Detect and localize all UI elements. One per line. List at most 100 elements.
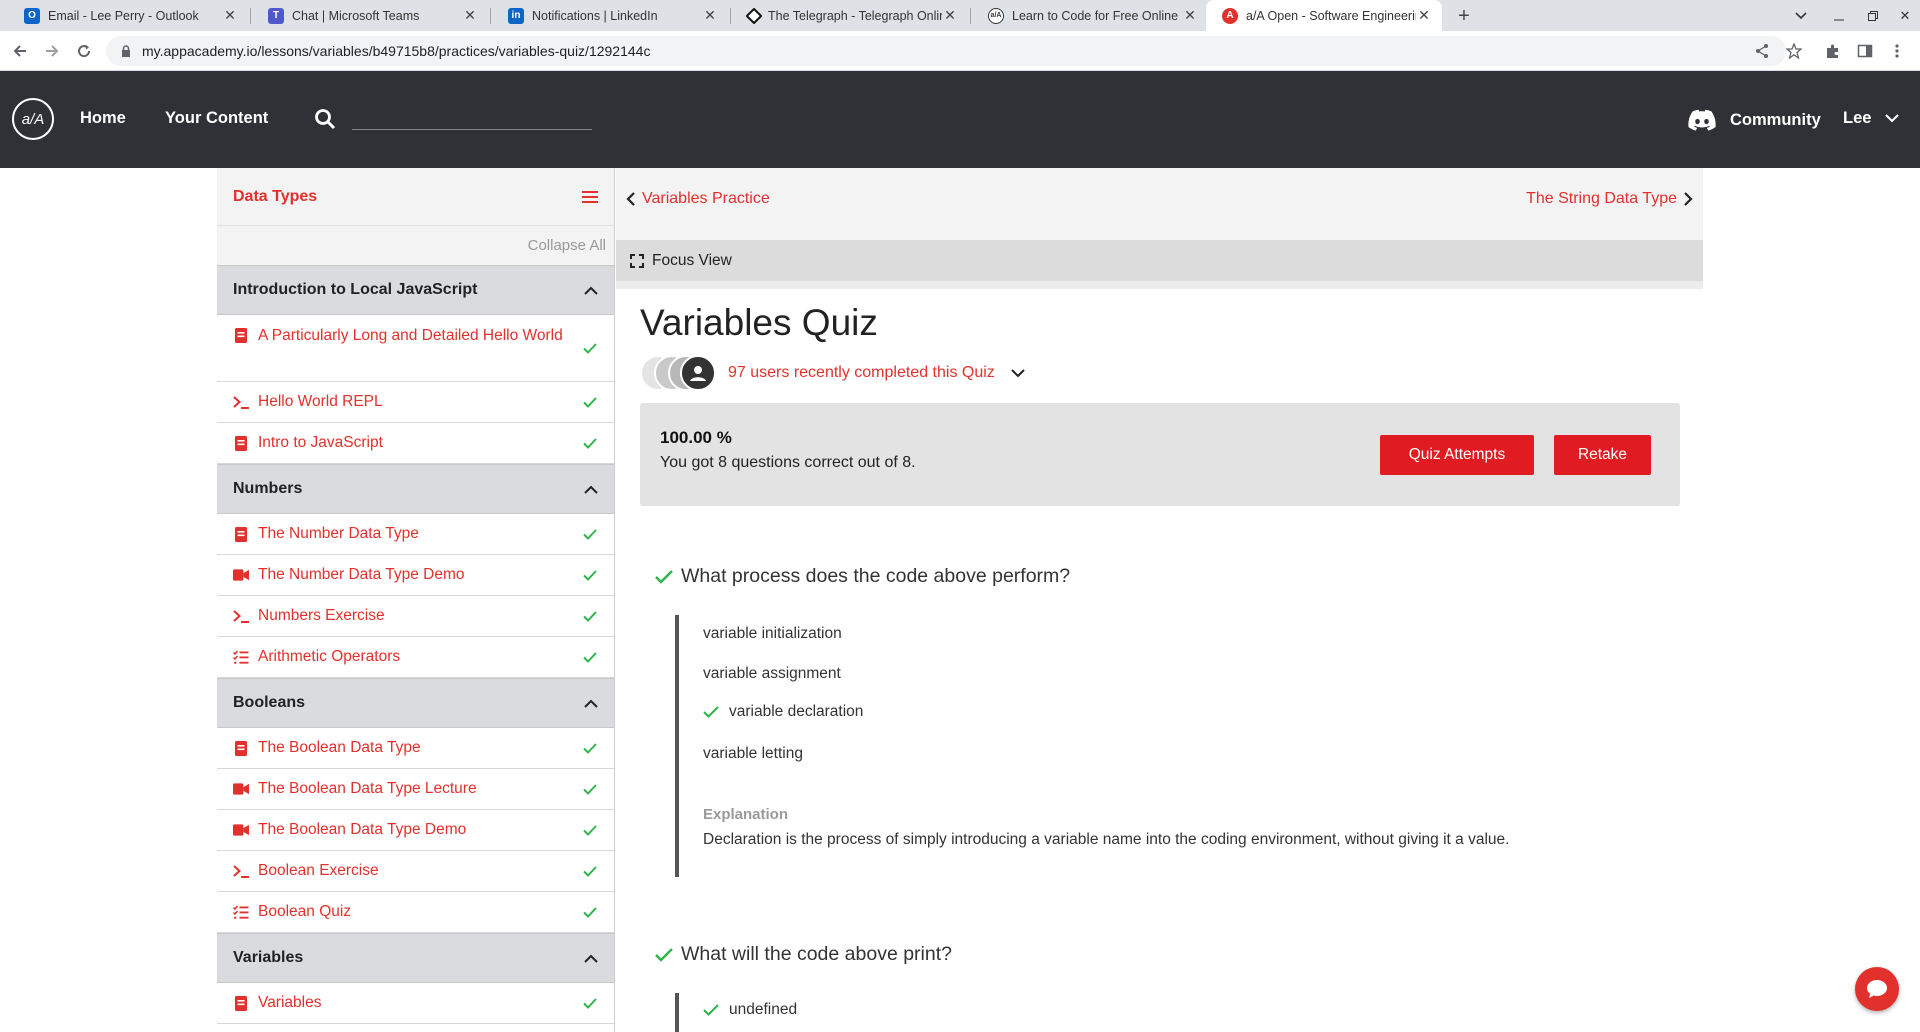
extensions-icon[interactable]: [1823, 41, 1843, 61]
video-icon: [233, 567, 249, 583]
tab-title: a/A Open - Software Engineering: [1246, 8, 1416, 23]
retake-button[interactable]: Retake: [1554, 435, 1651, 475]
discord-icon: [1688, 109, 1716, 131]
score-card: 100.00 % You got 8 questions correct out…: [640, 403, 1680, 506]
explanation-label: Explanation: [703, 806, 789, 823]
user-avatar-icon: [680, 355, 716, 391]
user-menu[interactable]: Lee: [1843, 109, 1900, 128]
sidebar-item-label: Boolean Quiz: [258, 903, 352, 920]
chat-bubble-icon: [1867, 980, 1887, 998]
sidebar-item[interactable]: The Boolean Data Type Lecture: [217, 769, 614, 810]
close-window-icon[interactable]: ✕: [1890, 0, 1920, 31]
sidebar-item[interactable]: Intro to JavaScript: [217, 423, 614, 464]
nav-your-content[interactable]: Your Content: [165, 109, 268, 128]
prev-lesson-link[interactable]: Variables Practice: [626, 190, 770, 208]
focus-view-button[interactable]: Focus View: [616, 240, 1703, 281]
sidebar-section-header[interactable]: Introduction to Local JavaScript: [217, 265, 614, 315]
close-tab-icon[interactable]: ✕: [462, 7, 478, 24]
quiz-list-icon: [233, 649, 249, 665]
answer-option: variable initialization: [703, 625, 842, 643]
question-heading: What will the code above print?: [655, 943, 952, 966]
share-icon[interactable]: [1752, 41, 1772, 61]
prev-lesson-label: Variables Practice: [642, 190, 770, 207]
browser-tab-teams[interactable]: T Chat | Microsoft Teams ✕: [252, 0, 488, 31]
reading-icon: [233, 526, 249, 542]
browser-tab-aa-open[interactable]: A a/A Open - Software Engineering ✕: [1206, 0, 1442, 31]
sidebar-item[interactable]: A Particularly Long and Detailed Hello W…: [217, 315, 614, 382]
terminal-icon: [233, 608, 249, 624]
nav-home[interactable]: Home: [80, 109, 126, 128]
sidebar-section-header[interactable]: Numbers: [217, 464, 614, 514]
teams-icon: T: [268, 7, 284, 24]
completed-check-icon: [580, 610, 600, 622]
tab-search-icon[interactable]: [1784, 0, 1818, 31]
chevron-up-icon[interactable]: [584, 485, 598, 494]
outlook-icon: O: [24, 7, 40, 24]
sidebar-item[interactable]: Arithmetic Operators: [217, 637, 614, 678]
tab-title: Chat | Microsoft Teams: [292, 8, 420, 23]
sidebar-item[interactable]: Variables: [217, 983, 614, 1024]
close-tab-icon[interactable]: ✕: [702, 7, 718, 24]
close-tab-icon[interactable]: ✕: [1416, 7, 1432, 24]
completed-check-icon: [580, 742, 600, 754]
reload-icon[interactable]: [70, 37, 98, 65]
bookmark-star-icon[interactable]: [1784, 41, 1804, 61]
sidebar-item[interactable]: The Boolean Data Type Demo: [217, 810, 614, 851]
chevron-up-icon[interactable]: [584, 286, 598, 295]
recent-completions[interactable]: 97 users recently completed this Quiz: [640, 355, 1025, 391]
chevron-up-icon[interactable]: [584, 954, 598, 963]
completed-check-icon: [580, 651, 600, 663]
browser-tab-outlook[interactable]: O Email - Lee Perry - Outlook ✕: [8, 0, 248, 31]
avatar-stack: [640, 355, 720, 391]
sidebar-item[interactable]: Boolean Exercise: [217, 851, 614, 892]
sidebar-section-title: Variables: [233, 949, 304, 966]
sidebar-item-label: Intro to JavaScript: [258, 434, 383, 451]
video-icon: [233, 781, 249, 797]
close-tab-icon[interactable]: ✕: [222, 7, 238, 24]
appacademy-icon: a/A: [988, 7, 1004, 24]
collapse-all-button[interactable]: Collapse All: [217, 225, 614, 265]
minimize-icon[interactable]: [1822, 0, 1856, 31]
telegraph-icon: [745, 7, 763, 24]
browser-menu-icon[interactable]: [1887, 41, 1907, 61]
hamburger-menu-icon[interactable]: [582, 190, 598, 204]
sidebar-item[interactable]: The Number Data Type Demo: [217, 555, 614, 596]
next-lesson-label: The String Data Type: [1526, 190, 1677, 207]
sidebar-section-header[interactable]: Booleans: [217, 678, 614, 728]
new-tab-icon[interactable]: +: [1452, 4, 1476, 28]
tab-title: Learn to Code for Free Online - A: [1012, 8, 1182, 23]
side-panel-icon[interactable]: [1855, 41, 1875, 61]
sidebar-section-header[interactable]: Variables: [217, 933, 614, 983]
sidebar-item[interactable]: Boolean Quiz: [217, 892, 614, 933]
close-tab-icon[interactable]: ✕: [942, 7, 958, 24]
sidebar-section-title: Numbers: [233, 480, 303, 497]
url-bar[interactable]: my.appacademy.io/lessons/variables/b4971…: [106, 36, 1786, 66]
sidebar-item[interactable]: Numbers Exercise: [217, 596, 614, 637]
restore-icon[interactable]: [1856, 0, 1890, 31]
forward-icon[interactable]: [38, 37, 66, 65]
next-lesson-link[interactable]: The String Data Type: [1526, 190, 1693, 208]
back-icon[interactable]: [6, 37, 34, 65]
url-text: my.appacademy.io/lessons/variables/b4971…: [142, 43, 651, 59]
close-tab-icon[interactable]: ✕: [1182, 7, 1198, 24]
app-academy-logo[interactable]: a/A: [12, 98, 54, 140]
chat-support-button[interactable]: [1855, 967, 1899, 1011]
search-input[interactable]: [352, 107, 592, 129]
question-heading: What process does the code above perform…: [655, 565, 1070, 588]
browser-tab-telegraph[interactable]: The Telegraph - Telegraph Online ✕: [732, 0, 968, 31]
sidebar-item[interactable]: The Boolean Data Type: [217, 728, 614, 769]
search-icon[interactable]: [313, 107, 337, 131]
sidebar-item-label: The Boolean Data Type: [258, 739, 421, 756]
completed-count-text: 97 users recently completed this Quiz: [728, 364, 995, 381]
chevron-up-icon[interactable]: [584, 699, 598, 708]
answer-text: variable declaration: [729, 703, 864, 720]
quiz-attempts-button[interactable]: Quiz Attempts: [1380, 435, 1534, 475]
page-title: Variables Quiz: [640, 302, 878, 343]
community-link[interactable]: Community: [1688, 109, 1821, 131]
sidebar-item[interactable]: Hello World REPL: [217, 382, 614, 423]
browser-tab-linkedin[interactable]: in Notifications | LinkedIn ✕: [492, 0, 728, 31]
sidebar-item-label: Boolean Exercise: [258, 862, 379, 879]
browser-tab-appacademy[interactable]: a/A Learn to Code for Free Online - A ✕: [972, 0, 1208, 31]
check-icon: [703, 706, 719, 718]
sidebar-item[interactable]: The Number Data Type: [217, 514, 614, 555]
